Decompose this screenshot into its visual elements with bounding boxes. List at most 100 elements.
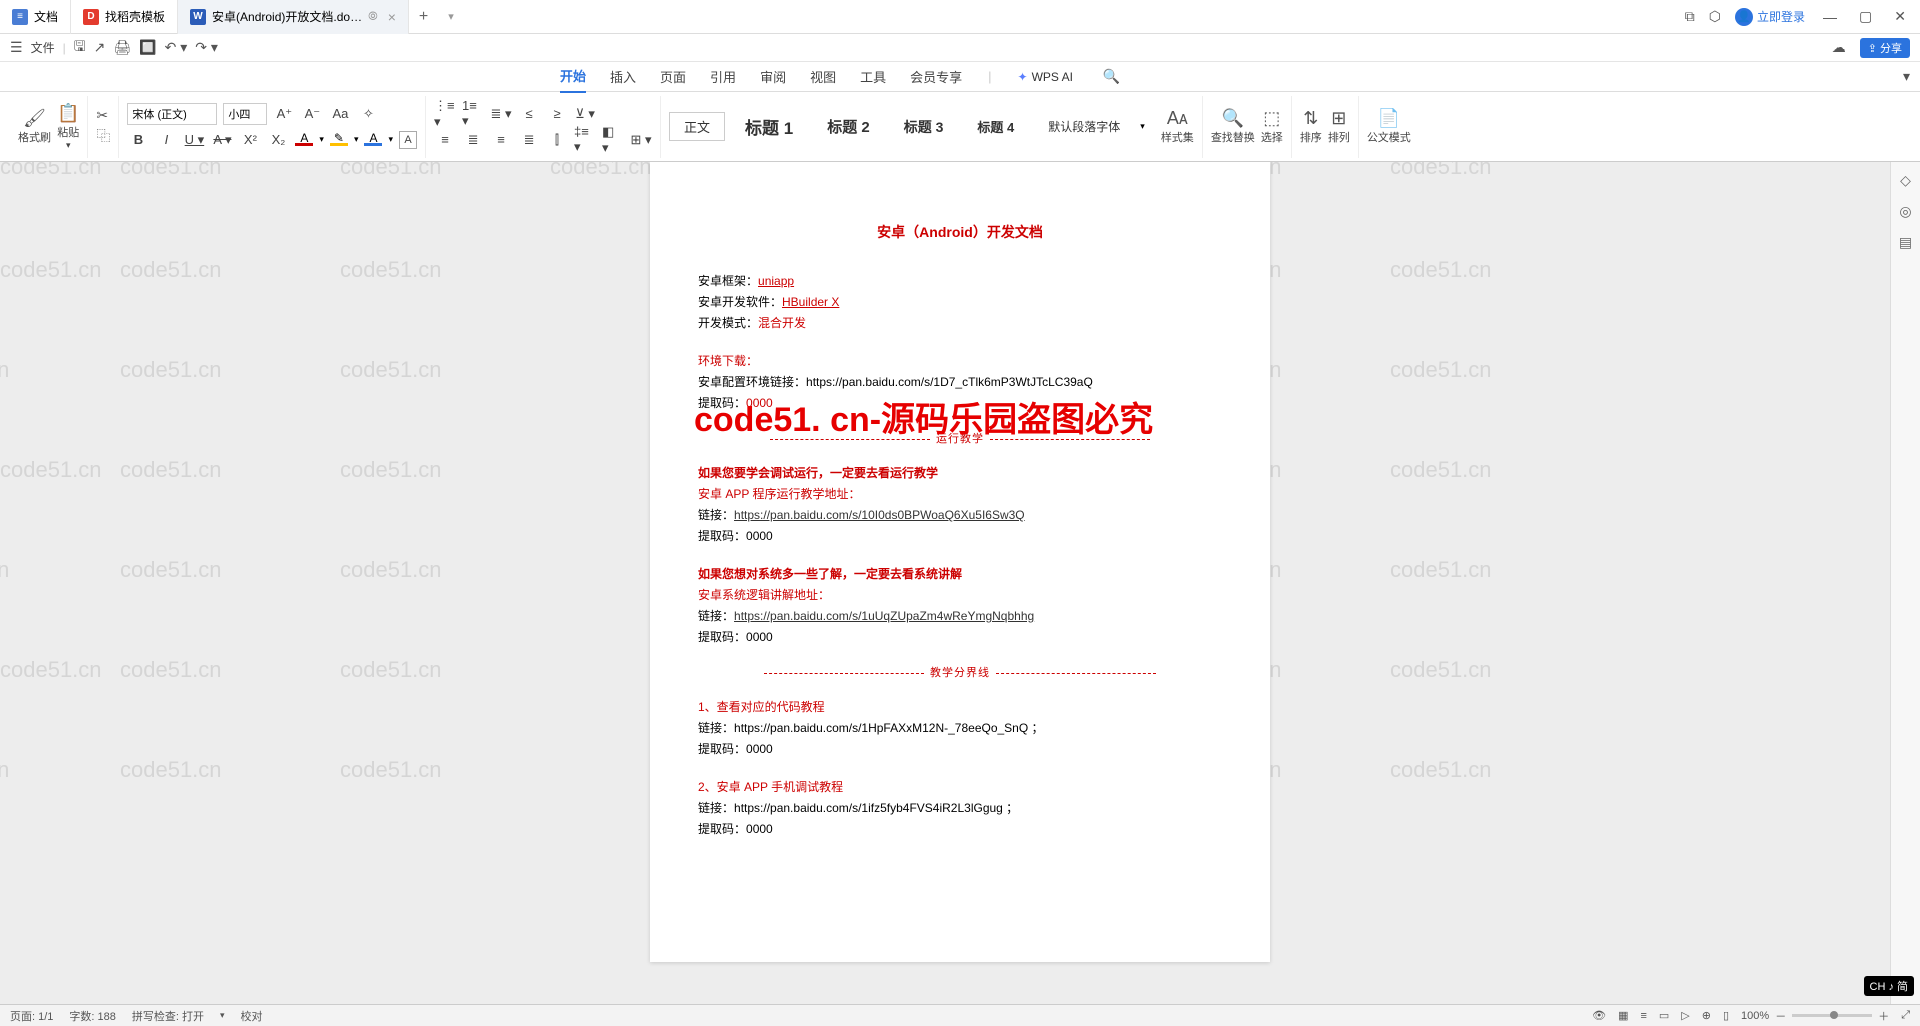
login-button[interactable]: 👤 立即登录 xyxy=(1735,8,1805,26)
menu-review[interactable]: 审阅 xyxy=(760,61,786,92)
justify-icon[interactable]: ≣ xyxy=(518,129,540,151)
menu-member[interactable]: 会员专享 xyxy=(910,61,962,92)
highlight-button[interactable]: ✎ xyxy=(330,131,348,148)
status-spellcheck[interactable]: 拼写检查: 打开 xyxy=(132,1008,204,1024)
official-mode-button[interactable]: 📄公文模式 xyxy=(1367,108,1411,145)
document-page[interactable]: code51. cn-源码乐园盗图必究 安卓（Android）开发文档 安卓框架… xyxy=(650,162,1270,962)
cloud-icon[interactable]: ☁ xyxy=(1832,39,1846,56)
close-button[interactable]: ✕ xyxy=(1890,8,1910,25)
menu-view[interactable]: 视图 xyxy=(810,61,836,92)
minimize-button[interactable]: — xyxy=(1819,9,1841,25)
clear-format-icon[interactable]: ✧ xyxy=(357,103,379,125)
underline-button[interactable]: U ▾ xyxy=(183,129,205,151)
tab-current-doc[interactable]: W 安卓(Android)开放文档.do… ⦾ × xyxy=(178,0,409,34)
tab-more-icon[interactable]: ▾ xyxy=(438,10,464,23)
status-proofread[interactable]: 校对 xyxy=(241,1008,263,1024)
style-h1[interactable]: 标题 1 xyxy=(731,110,807,143)
align-center-icon[interactable]: ≣ xyxy=(462,129,484,151)
decrease-indent-icon[interactable]: ≤ xyxy=(518,103,540,125)
menu-page[interactable]: 页面 xyxy=(660,61,686,92)
cut-icon[interactable]: ✂ xyxy=(96,107,108,124)
side-tool-3-icon[interactable]: ▤ xyxy=(1899,234,1912,251)
paste-button[interactable]: 📋粘贴▾ xyxy=(57,103,79,151)
italic-button[interactable]: I xyxy=(155,129,177,151)
subscript-button[interactable]: X₂ xyxy=(267,129,289,151)
maximize-button[interactable]: ▢ xyxy=(1855,8,1876,25)
side-tool-1-icon[interactable]: ◇ xyxy=(1900,172,1911,189)
shading-button[interactable]: A xyxy=(364,131,382,148)
zoom-control[interactable]: 100% － ＋ xyxy=(1741,1008,1889,1024)
tab-documents[interactable]: ≡ 文档 xyxy=(0,0,71,34)
globe-icon[interactable]: ⊕ xyxy=(1702,1009,1711,1022)
tab-templates[interactable]: D 找稻壳模板 xyxy=(71,0,178,34)
view-web-icon[interactable]: ▭ xyxy=(1659,1009,1669,1022)
tab-stops-icon[interactable]: ⊻ ▾ xyxy=(574,103,596,125)
view-outline-icon[interactable]: ≡ xyxy=(1640,1010,1646,1022)
format-painter-button[interactable]: 🖌格式刷 xyxy=(18,108,51,145)
increase-font-icon[interactable]: A⁺ xyxy=(273,103,295,125)
menu-tools[interactable]: 工具 xyxy=(860,61,886,92)
close-icon[interactable]: × xyxy=(388,9,396,25)
menu-icon[interactable]: ☰ xyxy=(10,39,23,56)
statusbar: 页面: 1/1 字数: 188 拼写检查: 打开▾ 校对 👁 ▦ ≡ ▭ ▷ ⊕… xyxy=(0,1004,1920,1026)
undo-icon[interactable]: ↶ ▾ xyxy=(165,39,188,56)
align-left-icon[interactable]: ≡ xyxy=(434,129,456,151)
border-icon[interactable]: ⊞ ▾ xyxy=(630,129,652,151)
superscript-button[interactable]: X² xyxy=(239,129,261,151)
font-color-button[interactable]: A xyxy=(295,131,313,148)
style-h3[interactable]: 标题 3 xyxy=(890,113,958,141)
tab-label: 文档 xyxy=(34,8,58,25)
menu-reference[interactable]: 引用 xyxy=(710,61,736,92)
collapse-ribbon-icon[interactable]: ▾ xyxy=(1903,68,1910,85)
increase-indent-icon[interactable]: ≥ xyxy=(546,103,568,125)
view-print-icon[interactable]: ▦ xyxy=(1618,1009,1628,1022)
file-menu[interactable]: 文件 xyxy=(31,39,55,56)
select-button[interactable]: ⬚选择 xyxy=(1261,108,1283,145)
redo-icon[interactable]: ↷ ▾ xyxy=(195,39,218,56)
export-icon[interactable]: ↗ xyxy=(94,39,106,56)
cube-icon[interactable]: ⬡ xyxy=(1709,8,1721,25)
style-h4[interactable]: 标题 4 xyxy=(963,113,1028,140)
font-family-select[interactable] xyxy=(127,103,217,125)
menu-start[interactable]: 开始 xyxy=(560,60,586,93)
align-right-icon[interactable]: ≡ xyxy=(490,129,512,151)
bullet-list-icon[interactable]: ⋮≡ ▾ xyxy=(434,103,456,125)
multilevel-list-icon[interactable]: ≣ ▾ xyxy=(490,103,512,125)
document-canvas[interactable]: code51.cn code51.cn code51.cn code51.cn … xyxy=(0,162,1920,1004)
line-spacing-icon[interactable]: ‡≡ ▾ xyxy=(574,129,596,151)
style-body[interactable]: 正文 xyxy=(669,112,725,141)
status-words[interactable]: 字数: 188 xyxy=(69,1008,115,1024)
find-replace-button[interactable]: 🔍查找替换 xyxy=(1211,108,1255,145)
book-icon[interactable]: ▯ xyxy=(1723,1009,1729,1022)
copy-icon[interactable]: ⿻ xyxy=(96,126,110,146)
print-icon[interactable]: 🖨 xyxy=(113,39,131,56)
character-border-button[interactable]: A xyxy=(399,131,417,149)
style-set-button[interactable]: Aᴀ样式集 xyxy=(1161,108,1194,145)
share-button[interactable]: ⇪ 分享 xyxy=(1860,38,1910,58)
distribute-icon[interactable]: ⫿ xyxy=(546,129,568,151)
menu-insert[interactable]: 插入 xyxy=(610,61,636,92)
wps-ai-button[interactable]: ✦WPS AI xyxy=(1018,70,1073,84)
search-icon[interactable]: 🔍 xyxy=(1103,68,1120,85)
save-icon[interactable]: 🖫 xyxy=(74,36,86,60)
fit-icon[interactable]: ⤢ xyxy=(1901,1009,1910,1022)
add-tab-button[interactable]: + xyxy=(409,8,438,26)
number-list-icon[interactable]: 1≡ ▾ xyxy=(462,103,484,125)
side-tool-2-icon[interactable]: ◎ xyxy=(1899,203,1911,220)
font-size-select[interactable] xyxy=(223,103,267,125)
play-icon[interactable]: ▷ xyxy=(1681,1009,1689,1022)
style-h2[interactable]: 标题 2 xyxy=(813,112,884,141)
strikethrough-button[interactable]: A ▾ xyxy=(211,129,233,151)
window-restore-icon[interactable]: ⧉ xyxy=(1685,8,1695,25)
sort-button[interactable]: ⇅排序 xyxy=(1300,108,1322,145)
clipboard-icon: 📋 xyxy=(57,103,79,124)
fill-color-icon[interactable]: ◧ ▾ xyxy=(602,129,624,151)
change-case-icon[interactable]: Aa xyxy=(329,103,351,125)
eye-icon[interactable]: 👁 xyxy=(1592,1009,1606,1022)
style-default[interactable]: 默认段落字体 xyxy=(1034,114,1134,139)
preview-icon[interactable]: 🔲 xyxy=(139,39,156,56)
decrease-font-icon[interactable]: A⁻ xyxy=(301,103,323,125)
status-page[interactable]: 页面: 1/1 xyxy=(10,1008,53,1024)
bold-button[interactable]: B xyxy=(127,129,149,151)
arrange-button[interactable]: ⊞排列 xyxy=(1328,108,1350,145)
